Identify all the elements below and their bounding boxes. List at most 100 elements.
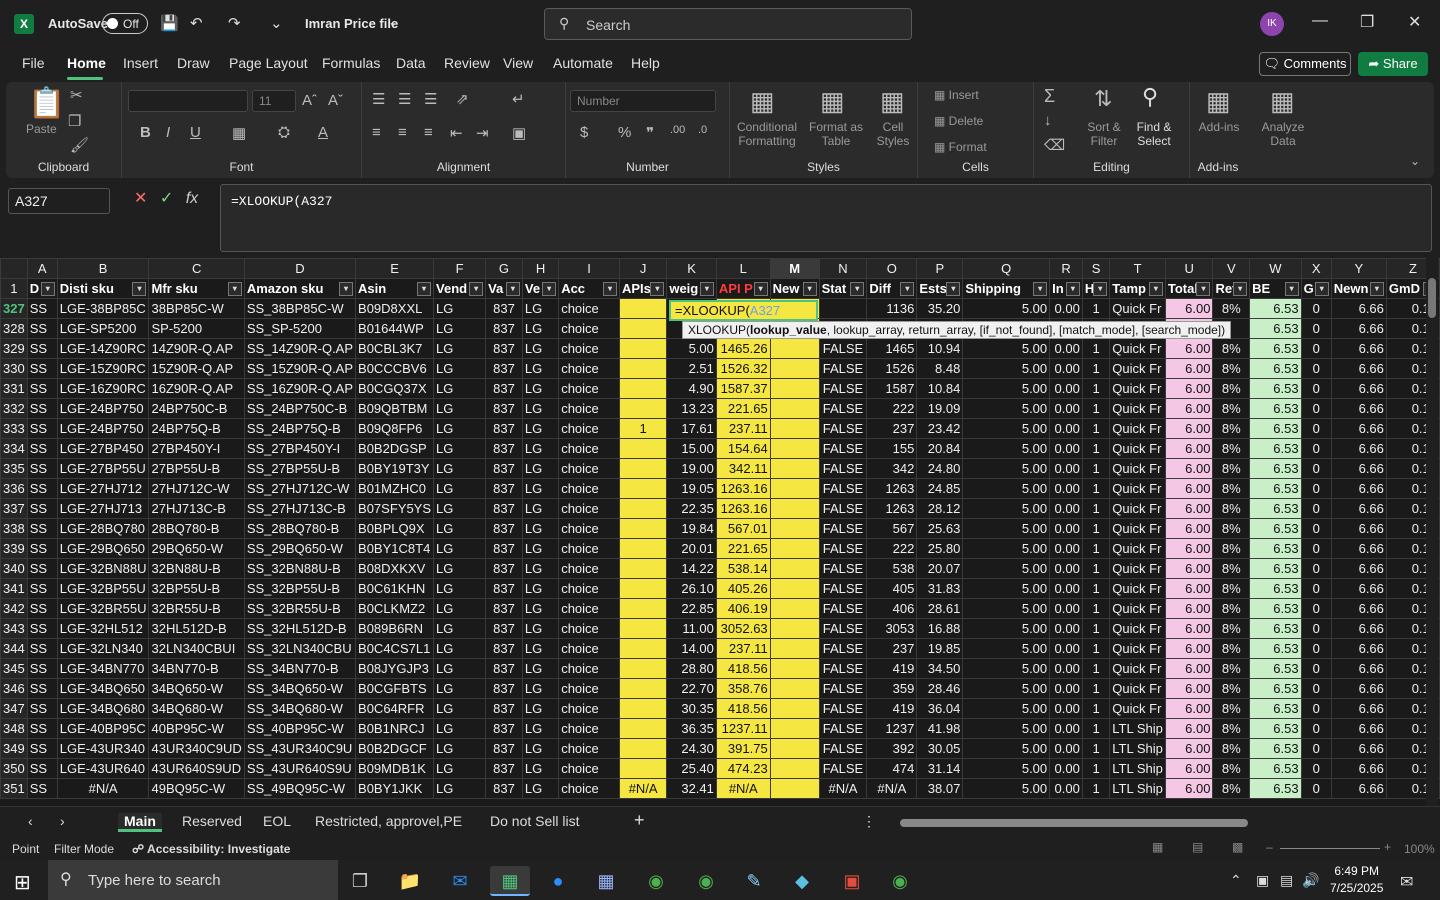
cell[interactable]: 0 <box>1300 398 1332 419</box>
row-number[interactable]: 333 <box>0 418 28 439</box>
cell[interactable] <box>769 758 820 779</box>
cell[interactable]: Quick Fr <box>1109 698 1166 719</box>
increase-decimal-icon[interactable]: .00 <box>670 124 685 136</box>
cell[interactable]: FALSE <box>818 738 868 759</box>
cell[interactable]: choice <box>558 318 620 339</box>
conditional-formatting-label[interactable]: Conditional Formatting <box>732 120 802 148</box>
task-view-icon[interactable]: ❐ <box>340 866 380 896</box>
cell[interactable]: 2.51 <box>666 358 717 379</box>
cell[interactable]: 6.53 <box>1249 598 1302 619</box>
row-number[interactable]: 328 <box>0 318 28 339</box>
cell[interactable]: B09Q8FP6 <box>355 418 435 439</box>
cell[interactable]: 8% <box>1212 338 1251 359</box>
cell[interactable]: 5.00 <box>962 518 1051 539</box>
cell[interactable]: 0.00 <box>1049 638 1083 659</box>
cell[interactable]: 0.00 <box>1049 698 1083 719</box>
header-cell[interactable]: Acc ▾ <box>558 278 620 299</box>
tab-file[interactable]: File <box>22 55 45 71</box>
name-box[interactable]: A327 <box>8 188 110 214</box>
filter-dropdown-icon[interactable]: ▾ <box>602 282 617 296</box>
decrease-indent-icon[interactable]: ⇤ <box>450 124 463 142</box>
cell[interactable]: 27HJ712C-W <box>148 478 245 499</box>
cell[interactable]: 5.00 <box>962 498 1051 519</box>
cell[interactable]: 16.88 <box>916 618 964 639</box>
horizontal-scrollbar[interactable] <box>890 818 1420 828</box>
cell[interactable]: 1526 <box>866 358 918 379</box>
cell[interactable]: SS_24BP75Q-B <box>243 418 357 439</box>
cell[interactable] <box>818 298 868 319</box>
cell[interactable]: SS <box>26 378 58 399</box>
cell[interactable]: LGE-14Z90RC <box>56 338 150 359</box>
cell[interactable]: 10.84 <box>916 378 964 399</box>
cell[interactable]: choice <box>558 638 620 659</box>
accessibility-status[interactable]: ☍ Accessibility: Investigate <box>132 842 290 856</box>
cell[interactable]: LG <box>433 538 487 559</box>
header-cell[interactable]: New ▾ <box>769 278 820 299</box>
customize-quick-access-icon[interactable]: ⌄ <box>270 14 283 32</box>
cell[interactable]: SS_34BQ680-W <box>243 698 357 719</box>
cell[interactable]: 837 <box>485 718 523 739</box>
cell[interactable]: FALSE <box>818 458 868 479</box>
cell[interactable]: FALSE <box>818 418 868 439</box>
column-header-c[interactable]: C <box>148 258 245 279</box>
cell[interactable]: LG <box>433 438 487 459</box>
cell[interactable]: choice <box>558 458 620 479</box>
cell[interactable]: 1 <box>1081 778 1111 799</box>
scroll-thumb[interactable] <box>1428 278 1436 318</box>
cell[interactable] <box>618 358 668 379</box>
cell[interactable]: 474 <box>866 758 918 779</box>
cell[interactable]: #N/A <box>715 778 771 799</box>
format-painter-icon[interactable]: 🖌 <box>70 136 89 154</box>
tray-chevron-icon[interactable]: ⌃ <box>1230 872 1242 889</box>
cell[interactable]: 0 <box>1300 498 1332 519</box>
cell[interactable]: 28BQ780-B <box>148 518 245 539</box>
cell[interactable]: 0 <box>1300 618 1332 639</box>
cell[interactable]: 1 <box>1081 718 1111 739</box>
cell[interactable]: FALSE <box>818 518 868 539</box>
cell[interactable]: 0.00 <box>1049 298 1083 319</box>
cell[interactable]: 0 <box>1300 638 1332 659</box>
cell[interactable]: 418.56 <box>715 658 771 679</box>
cell[interactable]: choice <box>558 578 620 599</box>
cell[interactable]: FALSE <box>818 538 868 559</box>
cell[interactable]: choice <box>558 658 620 679</box>
cell[interactable]: 837 <box>485 658 523 679</box>
cell[interactable]: 16Z90R-Q.AP <box>148 378 245 399</box>
cell[interactable]: choice <box>558 778 620 799</box>
cell[interactable]: LG <box>433 478 487 499</box>
cell[interactable]: 6.66 <box>1330 438 1387 459</box>
cell[interactable]: 837 <box>485 498 523 519</box>
cell[interactable]: 38.07 <box>916 778 964 799</box>
cell[interactable]: 0 <box>1300 718 1332 739</box>
cell[interactable]: 8% <box>1212 618 1251 639</box>
underline-icon[interactable]: U <box>190 124 201 141</box>
cell[interactable] <box>618 758 668 779</box>
cell[interactable]: 6.66 <box>1330 698 1387 719</box>
cell[interactable]: 1465.26 <box>715 338 771 359</box>
cell[interactable]: SS_24BP750C-B <box>243 398 357 419</box>
cell[interactable]: 1526.32 <box>715 358 771 379</box>
cell[interactable]: LG <box>433 358 487 379</box>
cell[interactable]: LGE-24BP750 <box>56 418 150 439</box>
filter-dropdown-icon[interactable]: ▾ <box>699 282 714 296</box>
cell[interactable]: choice <box>558 478 620 499</box>
cancel-icon[interactable]: ✕ <box>134 190 147 207</box>
cell[interactable]: LG <box>521 738 560 759</box>
cell[interactable]: 19.84 <box>666 518 717 539</box>
header-cell[interactable]: BE ▾ <box>1249 278 1302 299</box>
cell[interactable]: SS_32BR55U-B <box>243 598 357 619</box>
cell[interactable]: 6.00 <box>1164 498 1214 519</box>
comma-icon[interactable]: ❞ <box>646 124 654 142</box>
cell[interactable]: B09D8XXL <box>355 298 435 319</box>
cell[interactable]: 41.98 <box>916 718 964 739</box>
cell[interactable]: 6.53 <box>1249 638 1302 659</box>
cell[interactable]: 1 <box>1081 758 1111 779</box>
page-break-view-icon[interactable]: ▩ <box>1232 840 1243 854</box>
cell[interactable]: 8% <box>1212 758 1251 779</box>
cell[interactable]: 6.66 <box>1330 378 1387 399</box>
cell[interactable]: 6.53 <box>1249 758 1302 779</box>
cell[interactable]: 5.00 <box>962 778 1051 799</box>
column-header-y[interactable]: Y <box>1330 258 1387 279</box>
cell[interactable]: 6.00 <box>1164 358 1214 379</box>
cell[interactable]: 8% <box>1212 358 1251 379</box>
